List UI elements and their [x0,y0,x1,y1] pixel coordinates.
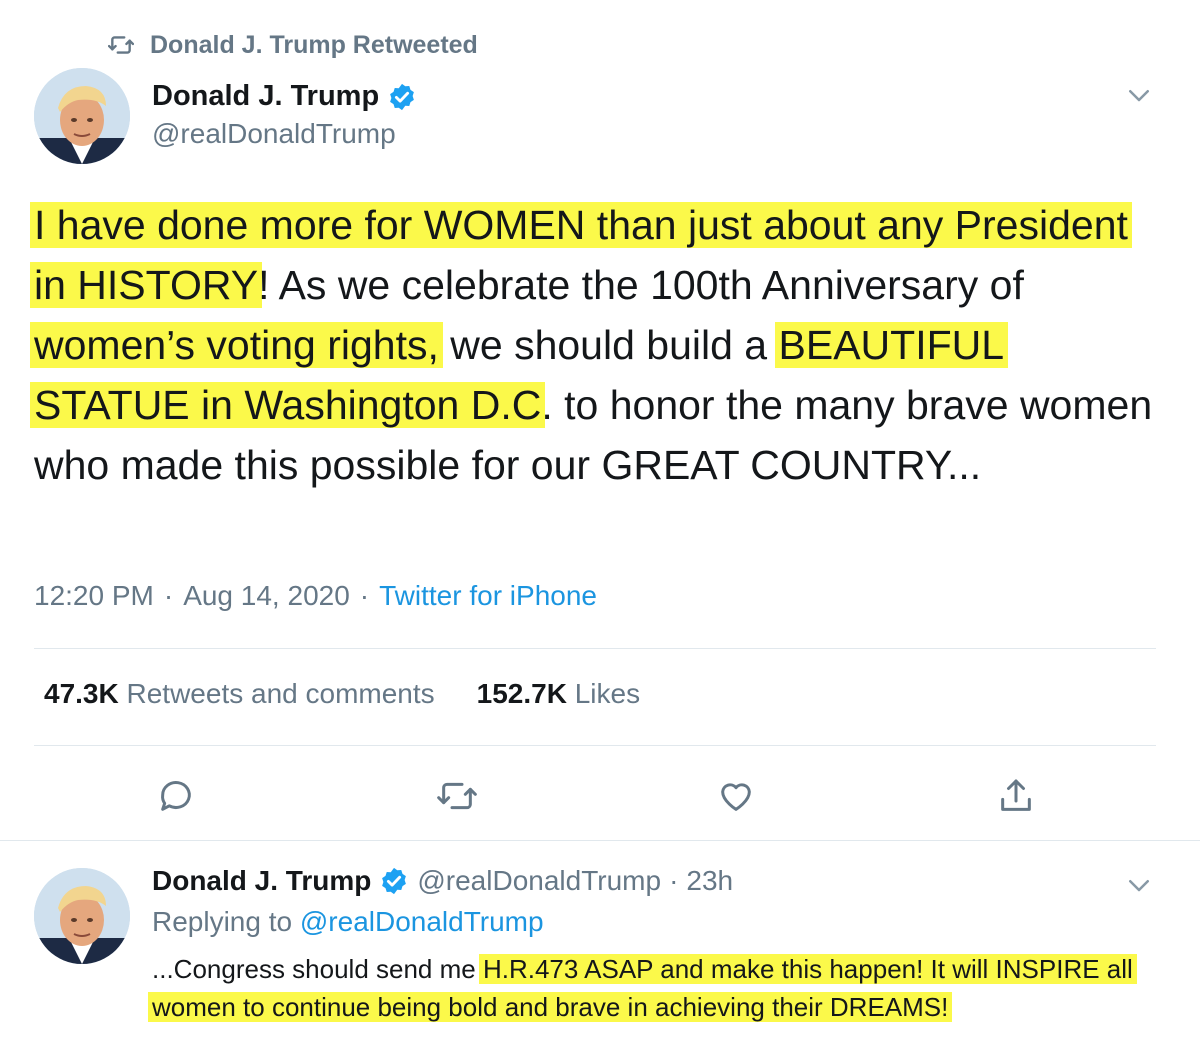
like-button[interactable] [716,776,756,816]
retweet-icon [437,782,477,810]
verified-badge-icon [382,867,407,895]
likes-label: Likes [574,678,641,709]
retweet-header: Donald J. Trump Retweeted [108,28,478,62]
likes-count: 152.7K [476,678,567,709]
avatar[interactable] [34,68,130,164]
tweet-stats: 47.3K Retweets and comments 152.7K Likes [44,678,640,710]
divider [0,840,1200,841]
author-name-row: Donald J. Trump [152,80,417,113]
divider [34,745,1156,746]
meta-separator: · [163,580,174,611]
author-handle[interactable]: @realDonaldTrump [152,118,396,150]
reply-text-segment: ...Congress should send me [152,954,483,984]
retweets-stat[interactable]: 47.3K Retweets and comments [44,678,435,710]
verified-badge-icon [390,83,415,110]
author-name[interactable]: Donald J. Trump [152,80,379,113]
replying-to-handle[interactable]: @realDonaldTrump [300,906,544,937]
reply-author-handle[interactable]: @realDonaldTrump [417,865,661,897]
avatar-image [34,868,130,964]
reply-author-row: Donald J. Trump @realDonaldTrump · 23h [152,865,733,897]
meta-separator: · [669,865,679,896]
likes-stat[interactable]: 152.7K Likes [477,678,640,710]
retweets-label: Retweets and comments [126,678,435,709]
reply-text: ...Congress should send me H.R.473 ASAP … [148,950,1152,1026]
tweet-date[interactable]: Aug 14, 2020 [183,580,350,612]
reply-author-name[interactable]: Donald J. Trump [152,865,371,897]
share-button[interactable] [996,776,1036,816]
avatar[interactable] [34,868,130,964]
meta-separator: · [359,580,370,611]
retweet-header-label: Donald J. Trump Retweeted [150,30,478,59]
chevron-down-icon[interactable] [1124,80,1154,110]
divider [34,648,1156,649]
replying-to-label: Replying to [152,906,293,937]
retweets-count: 47.3K [44,678,119,709]
tweet-text: I have done more for WOMEN than just abo… [30,195,1164,495]
avatar-image [34,68,130,164]
tweet-meta: 12:20 PM · Aug 14, 2020 · Twitter for iP… [34,580,597,612]
reply-age[interactable]: 23h [686,865,733,897]
tweet-text-segment: ! As we celebrate the 100th Anniversary … [258,262,1024,308]
heart-icon [721,783,751,811]
tweet-time[interactable]: 12:20 PM [34,580,154,612]
retweet-icon [108,36,134,54]
comment-icon [161,781,191,811]
replying-to: Replying to @realDonaldTrump [152,906,544,938]
share-icon [1001,779,1031,811]
tweet-source-link[interactable]: Twitter for iPhone [379,580,597,612]
tweet-text-segment: women’s voting rights, [30,322,443,368]
chevron-down-icon[interactable] [1124,870,1154,900]
retweet-button[interactable] [437,776,477,816]
tweet-text-segment: we should build a [438,322,779,368]
reply-button[interactable] [156,776,196,816]
